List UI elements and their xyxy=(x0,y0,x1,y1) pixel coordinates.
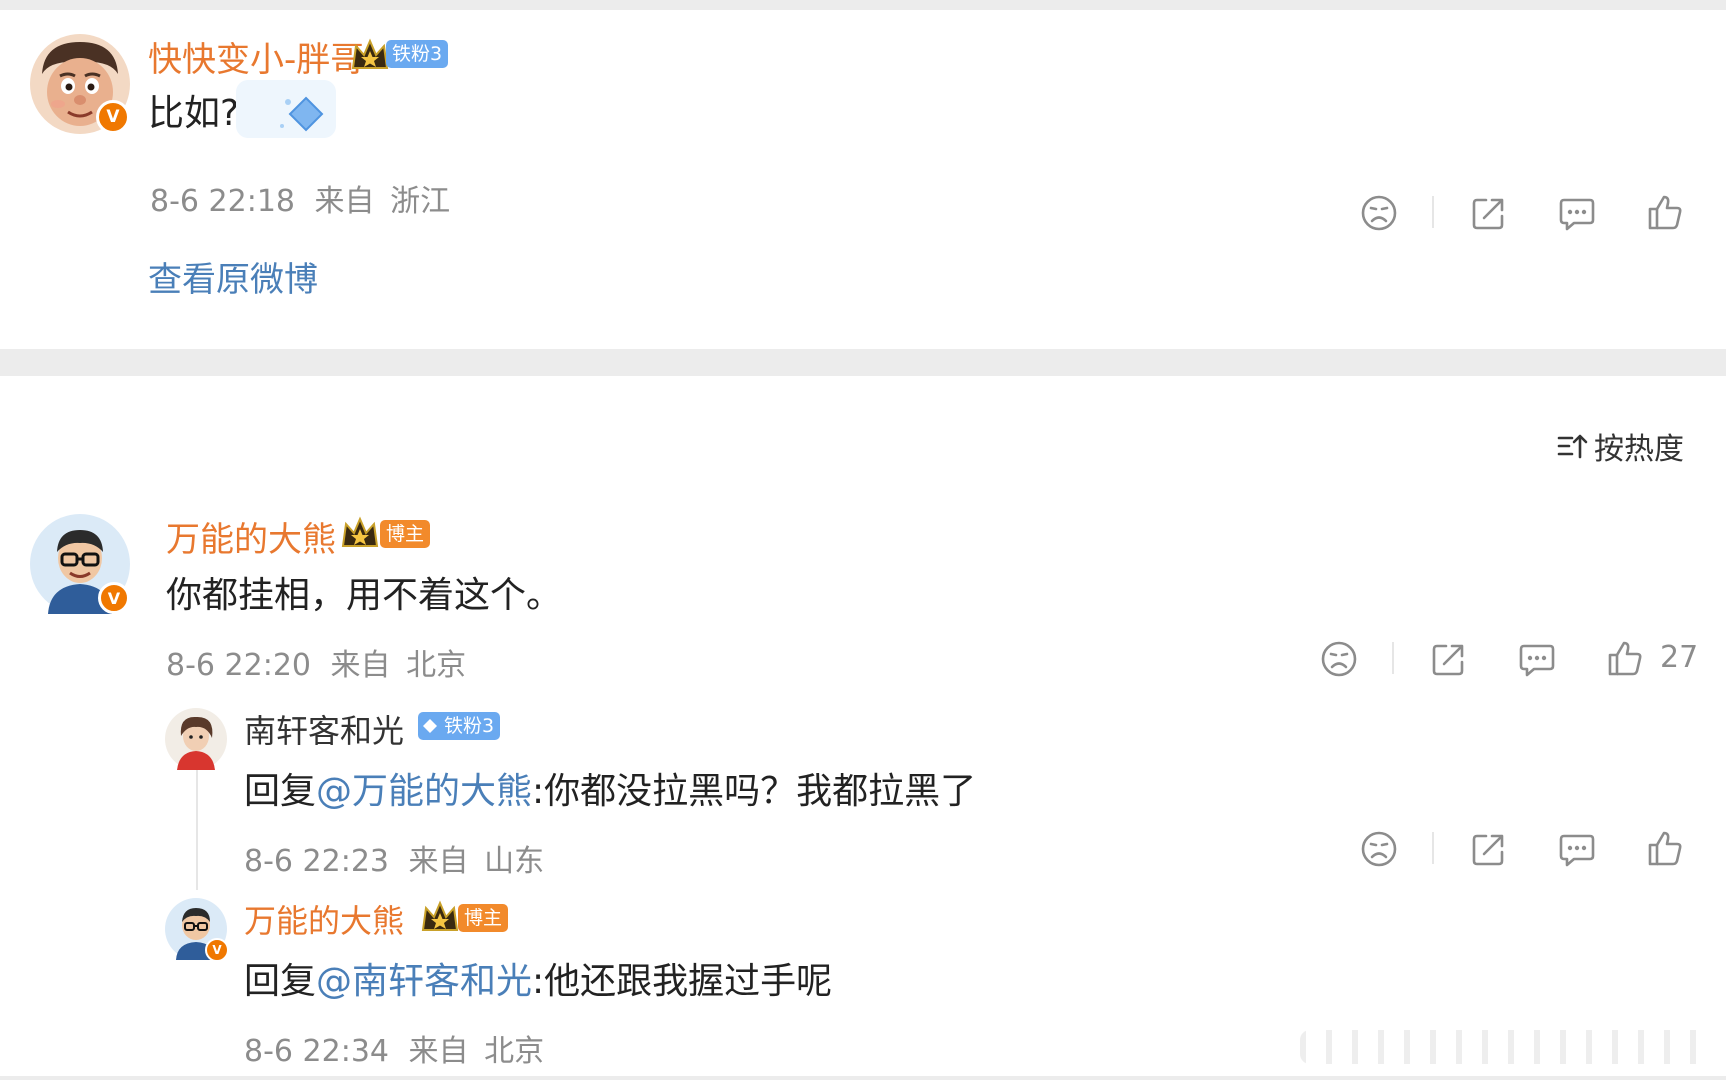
sad-face-icon xyxy=(1361,195,1397,231)
comment-button[interactable] xyxy=(1556,828,1598,870)
avatar-nanxuan[interactable] xyxy=(165,708,227,770)
view-original-link[interactable]: 查看原微博 xyxy=(148,252,318,301)
reply-location: 山东 xyxy=(484,844,545,879)
bottom-divider xyxy=(0,1076,1726,1080)
comment-icon xyxy=(1559,198,1595,231)
verified-badge-icon: V xyxy=(205,938,229,962)
fan-level-label: 铁粉3 xyxy=(444,715,495,737)
sad-face-icon xyxy=(1321,641,1357,677)
reply-mention-link[interactable]: @万能的大熊 xyxy=(316,771,532,812)
like-button[interactable] xyxy=(1644,192,1686,234)
post-text: 比如? xyxy=(148,93,240,134)
reply-mention-link[interactable]: @南轩客和光 xyxy=(316,961,532,1002)
weibo-comment-page: V 快快变小-胖哥 铁粉3 比如? 8-6 22:18 来自 浙江 查看原微博 … xyxy=(0,0,1726,1080)
comment-icon xyxy=(1519,644,1555,677)
top-divider xyxy=(0,0,1726,10)
diamond-sticker-icon xyxy=(236,80,336,138)
reply-from-label: 来自 xyxy=(408,844,469,879)
thumbs-up-icon xyxy=(1608,641,1642,676)
action-divider xyxy=(1432,196,1434,228)
crown-icon xyxy=(421,900,459,931)
share-icon xyxy=(1472,834,1504,866)
share-icon xyxy=(1432,644,1464,676)
share-button[interactable] xyxy=(1428,638,1470,680)
section-separator xyxy=(0,349,1726,376)
comment-icon xyxy=(1559,834,1595,867)
reply-location: 北京 xyxy=(484,1034,545,1069)
action-divider xyxy=(1392,642,1394,674)
reply-meta: 8-6 22:34 来自 北京 xyxy=(244,1026,544,1070)
action-divider xyxy=(1432,832,1434,864)
verified-badge-icon: V xyxy=(96,100,130,134)
comment-text: 你都挂相，用不着这个。 xyxy=(166,575,563,616)
avatar-wanneng[interactable]: V xyxy=(30,514,130,614)
reply-prefix: 回复 xyxy=(244,961,317,1002)
fan-level-tag: 铁粉3 xyxy=(386,40,449,68)
host-tag: 博主 xyxy=(380,520,431,548)
share-button[interactable] xyxy=(1468,192,1510,234)
watermark-overlay xyxy=(1300,1030,1710,1064)
reply-time: 8-6 22:34 xyxy=(244,1034,389,1069)
comment-time: 8-6 22:20 xyxy=(166,648,311,683)
thumbs-up-icon xyxy=(1648,195,1682,230)
fan-level-tag: 铁粉3 xyxy=(418,712,501,740)
reply-username[interactable]: 万能的大熊 xyxy=(244,896,404,942)
reply-text: 回复@南轩客和光:他还跟我握过手呢 xyxy=(244,952,832,1004)
post-username[interactable]: 快快变小-胖哥 xyxy=(148,32,364,81)
comment-username[interactable]: 万能的大熊 xyxy=(166,512,336,561)
share-button[interactable] xyxy=(1468,828,1510,870)
sort-label: 按热度 xyxy=(1594,432,1684,467)
comment-from-label: 来自 xyxy=(330,648,391,683)
sad-face-icon xyxy=(1361,831,1397,867)
diamond-icon xyxy=(423,719,437,733)
avatar-kuaikuai[interactable]: V xyxy=(30,34,130,134)
reply-username[interactable]: 南轩客和光 xyxy=(244,706,404,752)
sort-icon xyxy=(1557,434,1588,459)
reply-body: :他还跟我握过手呢 xyxy=(532,961,833,1002)
like-button[interactable] xyxy=(1644,828,1686,870)
reply-time: 8-6 22:23 xyxy=(244,844,389,879)
crown-icon xyxy=(351,38,389,69)
reply-from-label: 来自 xyxy=(408,1034,469,1069)
share-icon xyxy=(1472,198,1504,230)
post-from-label: 来自 xyxy=(314,184,375,219)
comment-meta: 8-6 22:20 来自 北京 xyxy=(166,640,466,684)
reply-body: :你都没拉黑吗？我都拉黑了 xyxy=(532,771,977,812)
verified-badge-icon: V xyxy=(98,582,130,614)
comment-button[interactable] xyxy=(1556,192,1598,234)
post-location: 浙江 xyxy=(390,184,451,219)
like-count: 27 xyxy=(1660,640,1699,675)
comment-location: 北京 xyxy=(406,648,467,683)
reply-text: 回复@万能的大熊:你都没拉黑吗？我都拉黑了 xyxy=(244,762,976,814)
like-button[interactable] xyxy=(1604,638,1646,680)
crown-icon xyxy=(341,516,379,547)
comment-button[interactable] xyxy=(1516,638,1558,680)
post-meta: 8-6 22:18 来自 浙江 xyxy=(150,176,450,220)
reply-meta: 8-6 22:23 来自 山东 xyxy=(244,836,544,880)
dislike-button[interactable] xyxy=(1358,192,1400,234)
host-tag: 博主 xyxy=(458,904,509,932)
thumbs-up-icon xyxy=(1648,831,1682,866)
post-time: 8-6 22:18 xyxy=(150,184,295,219)
reply-prefix: 回复 xyxy=(244,771,317,812)
sort-button[interactable]: 按热度 xyxy=(1556,424,1684,468)
dislike-button[interactable] xyxy=(1358,828,1400,870)
dislike-button[interactable] xyxy=(1318,638,1360,680)
avatar-wanneng-small[interactable]: V xyxy=(165,898,229,962)
